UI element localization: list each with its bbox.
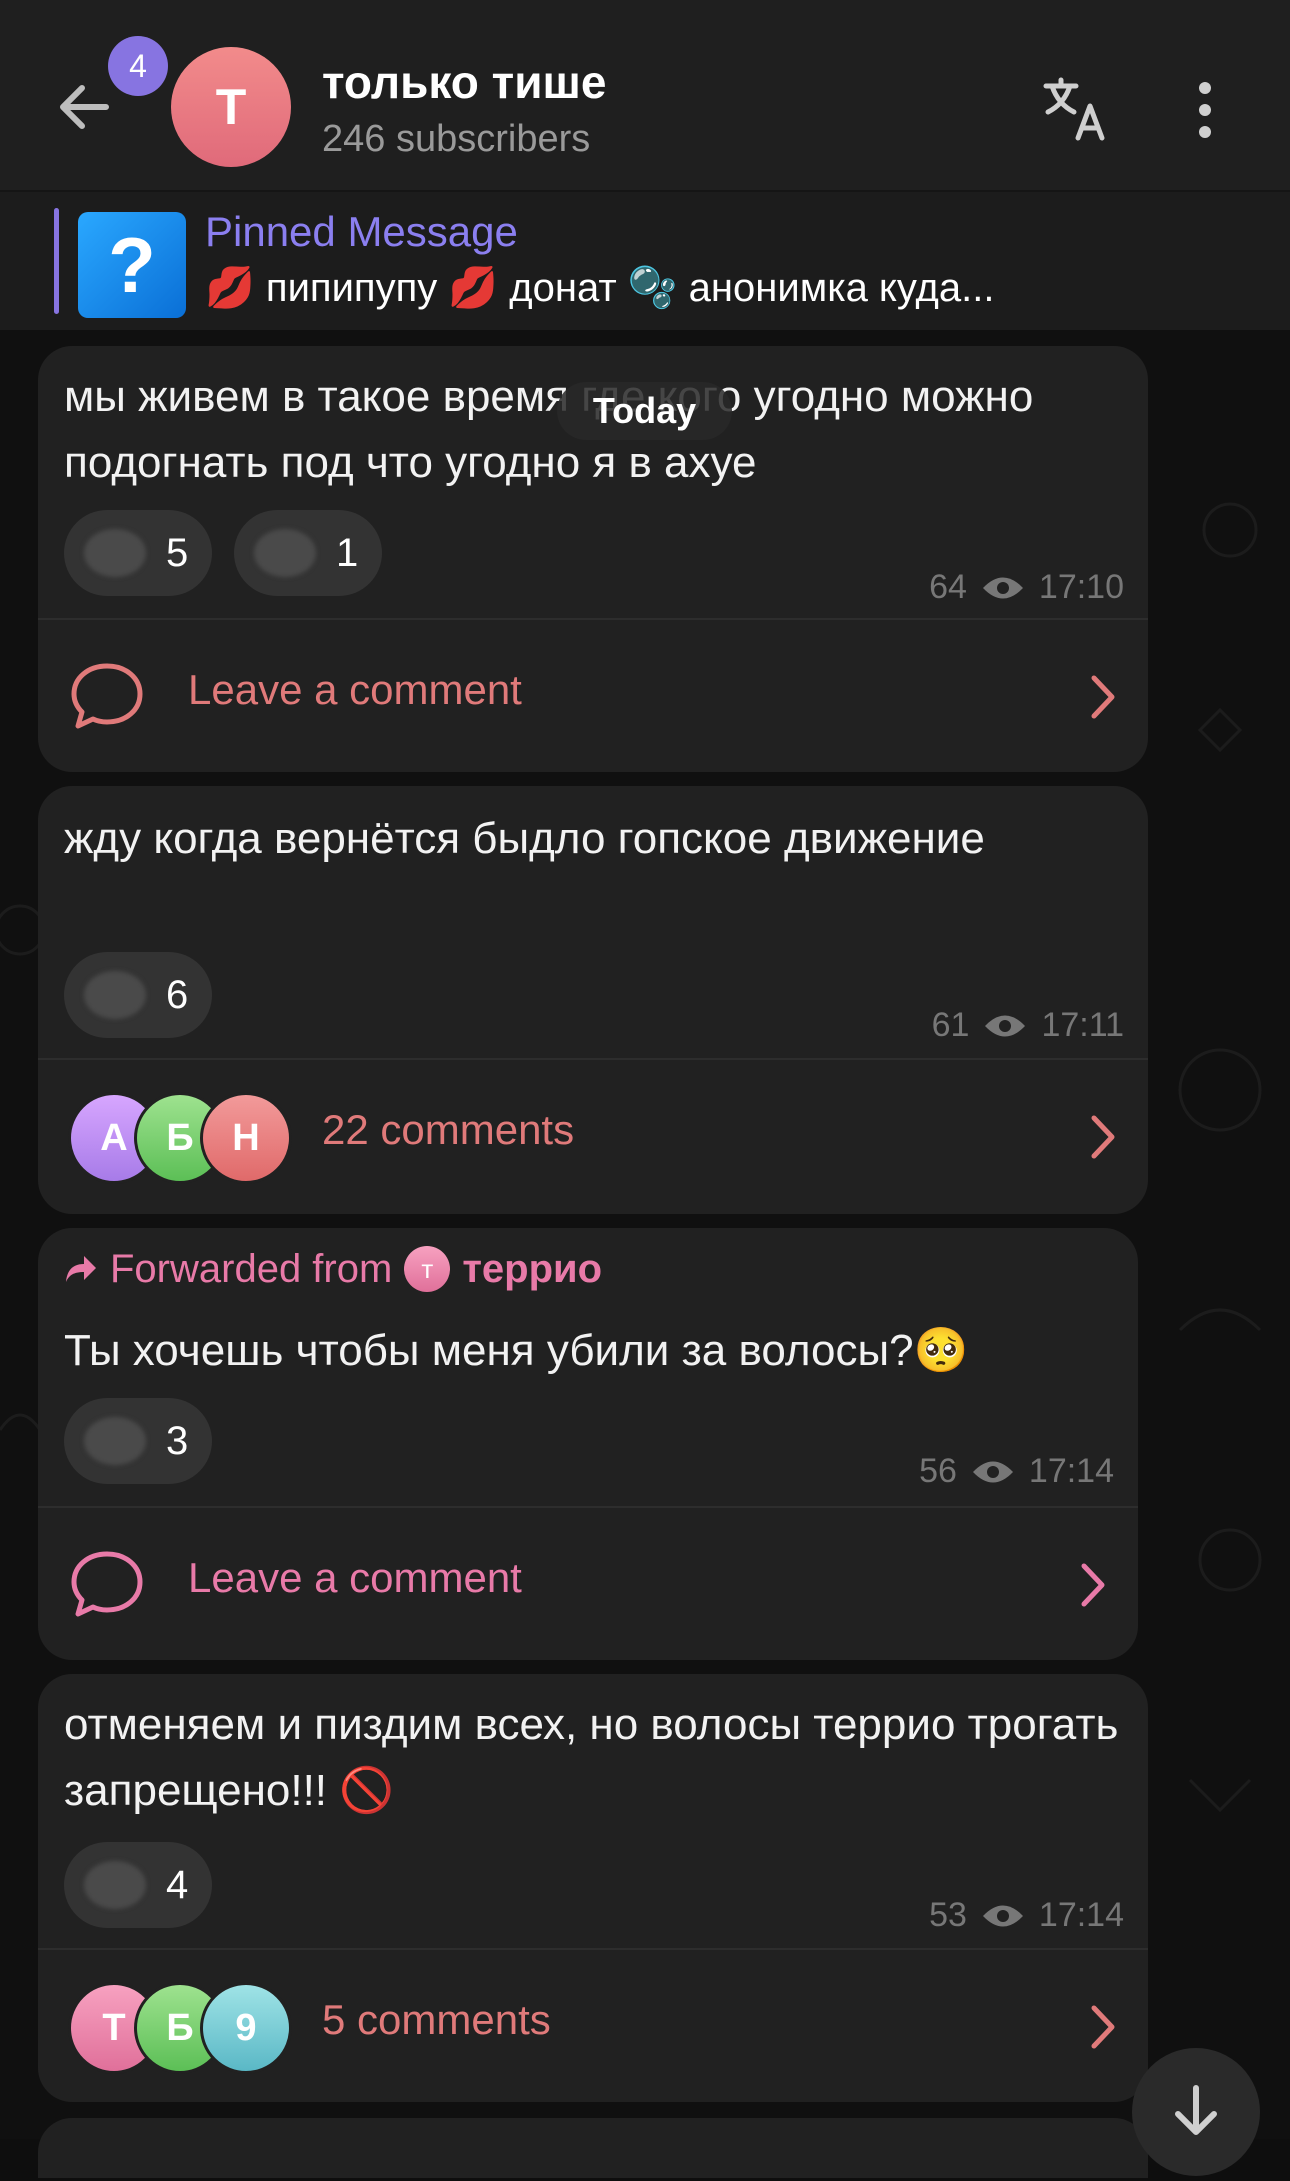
chevron-right-icon bbox=[1081, 1563, 1105, 1607]
comment-count: 5 comments bbox=[322, 1996, 551, 2043]
post-text: отменяем и пиздим всех, но волосы террио… bbox=[64, 1700, 1119, 1815]
view-count: 56 bbox=[919, 1452, 957, 1490]
reaction-count: 3 bbox=[166, 1418, 189, 1463]
arrow-down-icon bbox=[1175, 2085, 1217, 2135]
comments-button[interactable]: А Б Н 22 comments bbox=[38, 1060, 1148, 1210]
post-time: 17:14 bbox=[1038, 1896, 1124, 1934]
post-time: 17:11 bbox=[1041, 1006, 1124, 1044]
subscriber-count: 246 subscribers bbox=[322, 118, 591, 160]
chevron-right-icon bbox=[1091, 2005, 1115, 2049]
next-post-peek bbox=[38, 2118, 1148, 2178]
channel-title[interactable]: только тише bbox=[322, 55, 606, 109]
post-meta: 61 17:11 bbox=[932, 1006, 1124, 1045]
channel-post[interactable]: отменяем и пиздим всех, но волосы террио… bbox=[38, 1674, 1148, 2102]
comment-bubble-icon bbox=[71, 663, 143, 729]
unread-badge: 4 bbox=[108, 36, 168, 96]
reaction-emoji bbox=[84, 971, 146, 1019]
reaction-count: 1 bbox=[336, 530, 359, 575]
chevron-right-icon bbox=[1091, 1115, 1115, 1159]
commenter-avatars: Т Б 9 bbox=[68, 1982, 308, 2074]
reaction-emoji bbox=[84, 1417, 146, 1465]
comment-count: 22 comments bbox=[322, 1106, 575, 1153]
forwarded-name: террио bbox=[462, 1246, 603, 1291]
comment-bubble-icon bbox=[71, 1551, 143, 1617]
reaction-chip[interactable]: 3 bbox=[64, 1398, 213, 1484]
leave-comment-button[interactable]: Leave a comment bbox=[38, 620, 1148, 770]
date-chip: Today bbox=[557, 382, 732, 440]
pinned-indicator bbox=[54, 208, 59, 314]
reaction-emoji bbox=[84, 529, 146, 577]
post-text: жду когда вернётся быдло гопское движени… bbox=[64, 814, 985, 863]
more-vertical-icon[interactable] bbox=[1190, 80, 1220, 140]
eye-icon bbox=[982, 577, 1023, 598]
forwarded-post[interactable]: Forwarded from т террио Ты хочешь чтобы … bbox=[38, 1228, 1138, 1660]
commenter-avatar: 9 bbox=[200, 1982, 292, 2074]
translate-icon[interactable] bbox=[1040, 74, 1110, 144]
channel-post[interactable]: жду когда вернётся быдло гопское движени… bbox=[38, 786, 1148, 1214]
view-count: 61 bbox=[931, 1006, 970, 1044]
channel-avatar[interactable]: T bbox=[171, 47, 291, 167]
leave-comment-button[interactable]: Leave a comment bbox=[38, 1508, 1138, 1658]
pinned-preview: 💋 пипипупу 💋 донат 🫧 анонимка куда... bbox=[205, 266, 995, 310]
chevron-right-icon bbox=[1091, 675, 1115, 719]
eye-icon bbox=[982, 1905, 1023, 1926]
post-meta: 56 17:14 bbox=[919, 1452, 1114, 1491]
reaction-count: 5 bbox=[166, 530, 189, 575]
post-time: 17:10 bbox=[1038, 568, 1124, 606]
chat-header: 4 T только тише 246 subscribers bbox=[0, 0, 1290, 192]
reaction-count: 4 bbox=[166, 1862, 189, 1907]
view-count: 64 bbox=[929, 568, 967, 606]
pinned-message-bar[interactable]: ? Pinned Message 💋 пипипупу 💋 донат 🫧 ан… bbox=[0, 192, 1290, 330]
forward-arrow-icon bbox=[66, 1256, 96, 1282]
back-arrow-icon[interactable] bbox=[50, 72, 120, 142]
view-count: 53 bbox=[929, 1896, 967, 1934]
post-text: Ты хочешь чтобы меня убили за волосы?🥺 bbox=[64, 1326, 969, 1375]
reaction-chip[interactable]: 4 bbox=[64, 1842, 213, 1928]
commenter-avatar: Н bbox=[200, 1092, 292, 1184]
forwarded-prefix: Forwarded from bbox=[110, 1246, 393, 1291]
comment-label: Leave a comment bbox=[188, 1554, 522, 1601]
reaction-emoji bbox=[254, 529, 316, 577]
comments-button[interactable]: Т Б 9 5 comments bbox=[38, 1950, 1148, 2100]
reaction-emoji bbox=[84, 1861, 146, 1909]
pinned-title: Pinned Message bbox=[205, 208, 518, 255]
forwarded-header[interactable]: Forwarded from т террио bbox=[64, 1246, 602, 1292]
comment-label: Leave a comment bbox=[188, 666, 522, 713]
eye-icon bbox=[972, 1461, 1013, 1482]
scroll-down-button[interactable] bbox=[1132, 2048, 1260, 2176]
reaction-chip[interactable]: 1 bbox=[234, 510, 383, 596]
reaction-chip[interactable]: 5 bbox=[64, 510, 213, 596]
post-meta: 53 17:14 bbox=[929, 1896, 1124, 1935]
eye-icon bbox=[985, 1015, 1026, 1036]
pinned-thumbnail: ? bbox=[78, 212, 186, 318]
forwarded-avatar: т bbox=[404, 1246, 451, 1292]
reaction-chip[interactable]: 6 bbox=[64, 952, 213, 1038]
reaction-count: 6 bbox=[166, 972, 189, 1017]
post-time: 17:14 bbox=[1028, 1452, 1114, 1490]
commenter-avatars: А Б Н bbox=[68, 1092, 308, 1184]
post-meta: 64 17:10 bbox=[929, 568, 1124, 607]
